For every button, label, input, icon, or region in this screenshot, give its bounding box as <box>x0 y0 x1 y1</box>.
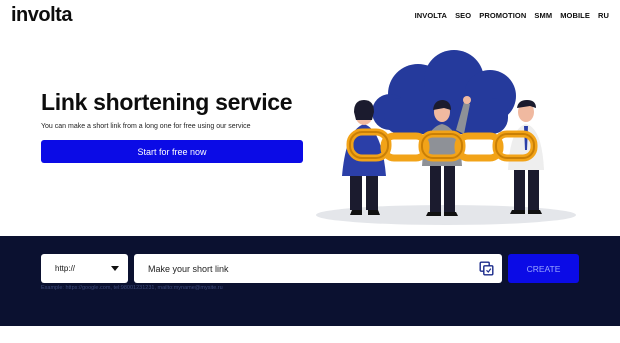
hero-title: Link shortening service <box>41 89 293 115</box>
logo[interactable]: involta <box>11 4 72 27</box>
paste-icon[interactable] <box>479 261 494 276</box>
protocol-value: http:// <box>55 264 76 273</box>
input-example-hint: Example: https://google.com, tel:9800123… <box>41 285 223 291</box>
people-chain-cloud-illustration <box>316 50 576 225</box>
nav-item-seo[interactable]: SEO <box>455 11 471 20</box>
nav-item-mobile[interactable]: MOBILE <box>560 11 590 20</box>
chevron-down-icon <box>111 266 119 271</box>
protocol-select[interactable]: http:// <box>41 254 128 283</box>
main-nav: INVOLTA SEO PROMOTION SMM MOBILE RU <box>415 11 609 20</box>
start-free-button[interactable]: Start for free now <box>41 140 303 163</box>
create-button[interactable]: CREATE <box>508 254 579 283</box>
nav-item-smm[interactable]: SMM <box>534 11 552 20</box>
nav-item-promotion[interactable]: PROMOTION <box>479 11 526 20</box>
site-header: involta INVOLTA SEO PROMOTION SMM MOBILE… <box>0 0 620 34</box>
hero-subtitle: You can make a short link from a long on… <box>41 123 251 130</box>
nav-item-involta[interactable]: INVOLTA <box>415 11 448 20</box>
language-switch[interactable]: RU <box>598 11 609 20</box>
page: involta INVOLTA SEO PROMOTION SMM MOBILE… <box>0 0 620 343</box>
url-input[interactable] <box>134 254 502 283</box>
